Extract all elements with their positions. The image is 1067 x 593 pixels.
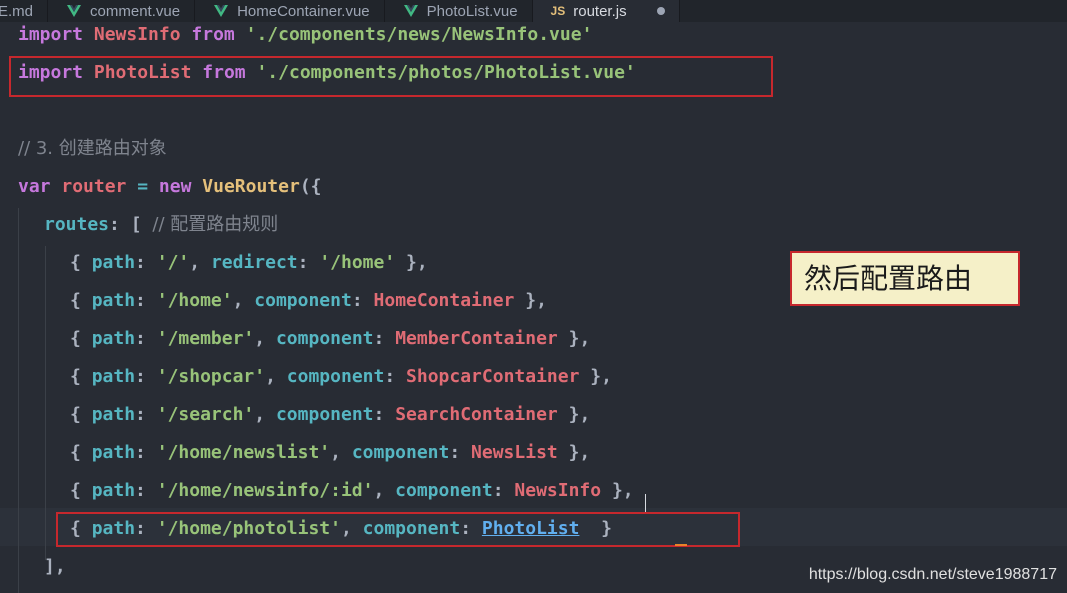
route-highlight-box — [56, 512, 740, 547]
route-line: { path: '/home', component: HomeContaine… — [70, 290, 547, 311]
text-cursor — [675, 544, 687, 546]
indent-guide — [18, 208, 19, 593]
code-line: import NewsInfo from './components/news/… — [18, 24, 593, 45]
code-line: var router = new VueRouter({ — [18, 176, 322, 197]
code-line: ], — [44, 556, 66, 577]
import-highlight-box — [9, 56, 773, 97]
route-line: { path: '/home/newsinfo/:id', component:… — [70, 480, 634, 501]
unsaved-dot-icon[interactable] — [656, 7, 665, 15]
route-line: { path: '/home/newslist', component: New… — [70, 442, 591, 463]
route-line: { path: '/', redirect: '/home' }, — [70, 252, 428, 273]
watermark: https://blog.csdn.net/steve1988717 — [808, 566, 1057, 583]
indent-guide — [45, 246, 46, 560]
route-line: { path: '/search', component: SearchCont… — [70, 404, 591, 425]
route-line: { path: '/member', component: MemberCont… — [70, 328, 591, 349]
route-line: { path: '/shopcar', component: ShopcarCo… — [70, 366, 612, 387]
annotation-callout: 然后配置路由 — [790, 251, 1020, 306]
code-editor[interactable]: import NewsInfo from './components/news/… — [0, 22, 1067, 593]
mouse-ibeam-cursor — [645, 494, 646, 512]
editor-window: E.md comment.vue HomeContainer.vue Photo… — [0, 0, 1067, 593]
code-line: routes: [ // 配置路由规则 — [44, 214, 279, 235]
code-line: // 3. 创建路由对象 — [18, 138, 167, 159]
